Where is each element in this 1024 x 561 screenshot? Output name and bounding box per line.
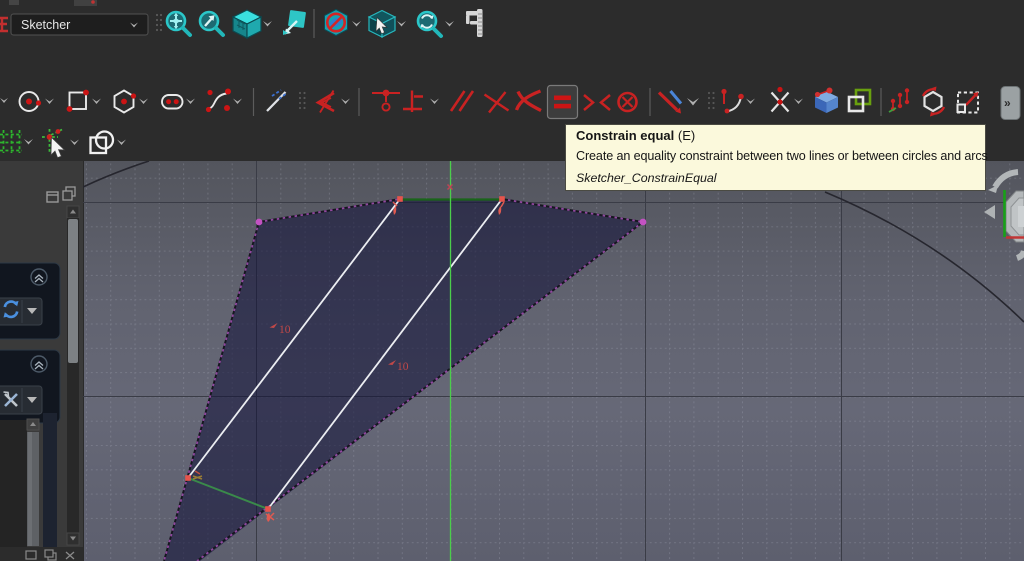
svg-text:Sketcher: Sketcher [21, 18, 70, 32]
svg-text:10: 10 [397, 361, 409, 373]
svg-text:»: » [1004, 96, 1011, 110]
svg-text:10: 10 [279, 324, 291, 336]
